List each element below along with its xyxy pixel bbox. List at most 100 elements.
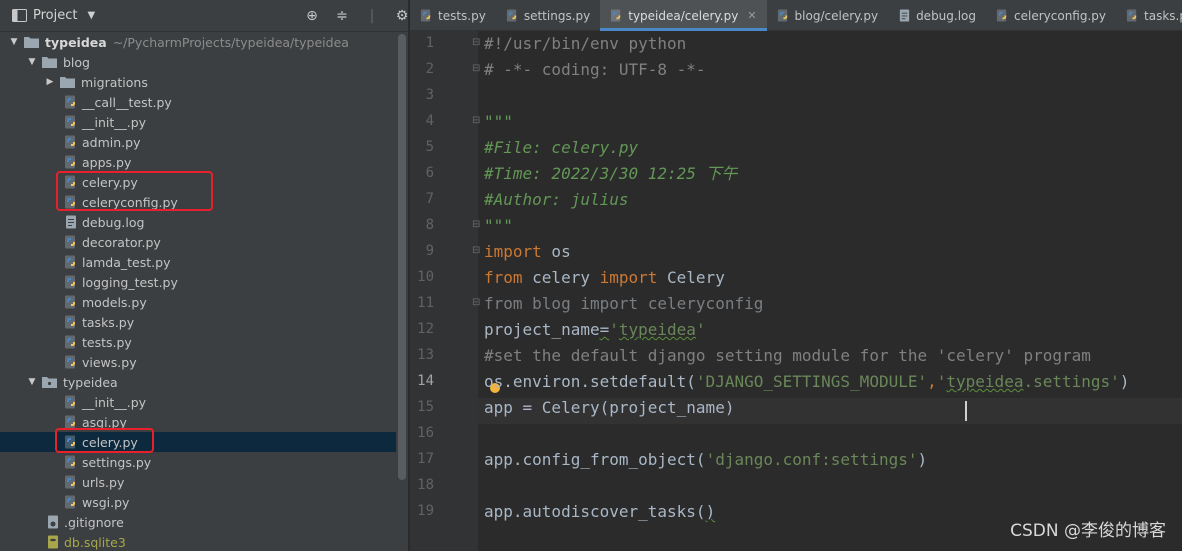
code-token: project_name bbox=[484, 320, 600, 339]
project-panel: Project ▼ ⊕ ≑ | ⚙ − ▼ typeidea ~/Pycharm… bbox=[0, 0, 438, 551]
tree-file[interactable]: tests.py bbox=[0, 332, 396, 352]
code-line: #Time: 2022/3/30 12:25 下午 bbox=[484, 161, 738, 187]
tree-scrollbar[interactable] bbox=[398, 34, 406, 480]
line-number: 15 bbox=[417, 399, 434, 415]
code-line: from celery import Celery bbox=[484, 265, 725, 291]
code-token: #File: celery.py bbox=[484, 138, 639, 157]
folder-icon bbox=[60, 77, 75, 88]
code-line: #Author: julius bbox=[484, 187, 629, 213]
tree-item-label: __init__.py bbox=[82, 394, 147, 410]
tree-file[interactable]: logging_test.py bbox=[0, 272, 396, 292]
gear-icon[interactable]: ⚙ bbox=[394, 7, 410, 25]
editor-tab[interactable]: settings.py bbox=[496, 0, 600, 31]
text-caret bbox=[965, 401, 967, 421]
code-token: = bbox=[599, 320, 610, 339]
tree-file[interactable]: wsgi.py bbox=[0, 492, 396, 512]
toolbar-separator: | bbox=[369, 8, 375, 24]
code-token: .settings' bbox=[1023, 372, 1120, 391]
python-file-icon bbox=[777, 9, 787, 22]
line-number: 13 bbox=[417, 347, 434, 363]
collapse-all-icon[interactable]: ≑ bbox=[334, 7, 350, 25]
tree-root-typeidea[interactable]: ▼ typeidea ~/PycharmProjects/typeidea/ty… bbox=[0, 32, 396, 52]
editor-area: tests.py settings.py typeidea/celery.py ✕ bl… bbox=[410, 0, 1182, 551]
tree-file[interactable]: db.sqlite3 bbox=[0, 532, 396, 551]
code-token: #Time: 2022/3/30 12:25 下午 bbox=[484, 164, 738, 183]
tree-file[interactable]: urls.py bbox=[0, 472, 396, 492]
editor-tab[interactable]: blog/celery.py bbox=[767, 0, 889, 31]
line-number: 1 bbox=[425, 35, 434, 51]
python-file-icon bbox=[65, 235, 75, 249]
line-number: 2 bbox=[425, 61, 434, 77]
editor-tab[interactable]: tests.py bbox=[410, 0, 496, 31]
text-file-icon bbox=[66, 215, 76, 229]
tree-file[interactable]: debug.log bbox=[0, 212, 396, 232]
python-file-icon bbox=[65, 275, 75, 289]
editor-tab[interactable]: typeidea/celery.py ✕ bbox=[600, 0, 767, 31]
locate-file-icon[interactable]: ⊕ bbox=[304, 7, 320, 25]
tree-file[interactable]: views.py bbox=[0, 352, 396, 372]
code-token: """ bbox=[484, 112, 513, 131]
close-tab-icon[interactable]: ✕ bbox=[747, 9, 756, 22]
code-token: import bbox=[599, 268, 658, 287]
editor-tab[interactable]: tasks.py bbox=[1116, 0, 1182, 31]
tree-file[interactable]: apps.py bbox=[0, 152, 396, 172]
code-token: #!/usr/bin/env python bbox=[484, 34, 687, 53]
project-panel-title[interactable]: Project bbox=[33, 8, 77, 23]
tree-file[interactable]: __init__.py bbox=[0, 392, 396, 412]
expand-arrow-icon[interactable]: ▶ bbox=[44, 77, 56, 87]
code-token: """ bbox=[484, 216, 513, 235]
tree-file[interactable]: tasks.py bbox=[0, 312, 396, 332]
folder-icon bbox=[24, 37, 39, 48]
tree-file[interactable]: __init__.py bbox=[0, 112, 396, 132]
text-file-icon bbox=[899, 9, 910, 22]
code-token: celery bbox=[522, 268, 600, 287]
code-area[interactable]: #!/usr/bin/env python # -*- coding: UTF-8… bbox=[478, 31, 1182, 551]
python-file-icon bbox=[420, 9, 431, 22]
tree-file[interactable]: models.py bbox=[0, 292, 396, 312]
python-file-icon bbox=[65, 95, 75, 109]
code-token: #set the default django setting module f… bbox=[484, 346, 1091, 365]
code-token: # -*- coding: UTF-8 -*- bbox=[484, 60, 706, 79]
tree-folder[interactable]: ▼ typeidea bbox=[0, 372, 396, 392]
editor-tab[interactable]: celeryconfig.py bbox=[986, 0, 1116, 31]
code-line: #File: celery.py bbox=[484, 135, 638, 161]
editor-tab-label: typeidea/celery.py bbox=[628, 8, 739, 23]
tree-file[interactable]: decorator.py bbox=[0, 232, 396, 252]
tree-item-label: tasks.py bbox=[82, 314, 135, 330]
collapse-arrow-icon[interactable]: ▼ bbox=[26, 57, 38, 67]
line-number: 18 bbox=[417, 477, 434, 493]
editor-tab[interactable]: debug.log bbox=[888, 0, 986, 31]
highlight-box-blog-celery bbox=[56, 171, 213, 211]
code-line: #!/usr/bin/env python bbox=[484, 31, 686, 57]
code-token: typeidea bbox=[618, 320, 696, 339]
collapse-arrow-icon[interactable]: ▼ bbox=[26, 377, 38, 387]
python-file-icon bbox=[65, 155, 75, 169]
tree-item-label: debug.log bbox=[82, 214, 145, 230]
python-file-icon bbox=[65, 295, 75, 309]
line-number: 14 bbox=[417, 373, 434, 389]
editor-tab-label: tests.py bbox=[438, 8, 486, 23]
python-file-icon bbox=[65, 315, 75, 329]
tree-file[interactable]: .gitignore bbox=[0, 512, 396, 532]
tree-file[interactable]: lamda_test.py bbox=[0, 252, 396, 272]
line-number: 12 bbox=[417, 321, 434, 337]
tree-item-label: decorator.py bbox=[82, 234, 161, 250]
code-line: """ bbox=[484, 213, 513, 239]
tree-file[interactable]: __call__test.py bbox=[0, 92, 396, 112]
code-line: project_name='typeidea' bbox=[484, 317, 706, 343]
python-file-icon bbox=[65, 135, 75, 149]
code-line: os.environ.setdefault('DJANGO_SETTINGS_M… bbox=[484, 369, 1129, 395]
code-token: os.environ.setdefault( bbox=[484, 372, 696, 391]
line-number: 6 bbox=[425, 165, 434, 181]
tree-file[interactable]: settings.py bbox=[0, 452, 396, 472]
python-file-icon bbox=[65, 115, 75, 129]
expand-arrow-icon[interactable]: ▼ bbox=[8, 37, 20, 47]
code-token: ) bbox=[1119, 372, 1130, 391]
code-line: import os bbox=[484, 239, 571, 265]
python-file-icon bbox=[65, 475, 75, 489]
project-view-dropdown-icon[interactable]: ▼ bbox=[87, 10, 95, 21]
tree-folder[interactable]: ▶ migrations bbox=[0, 72, 396, 92]
code-token: typeidea bbox=[946, 372, 1024, 391]
tree-folder[interactable]: ▼ blog bbox=[0, 52, 396, 72]
tree-file[interactable]: admin.py bbox=[0, 132, 396, 152]
